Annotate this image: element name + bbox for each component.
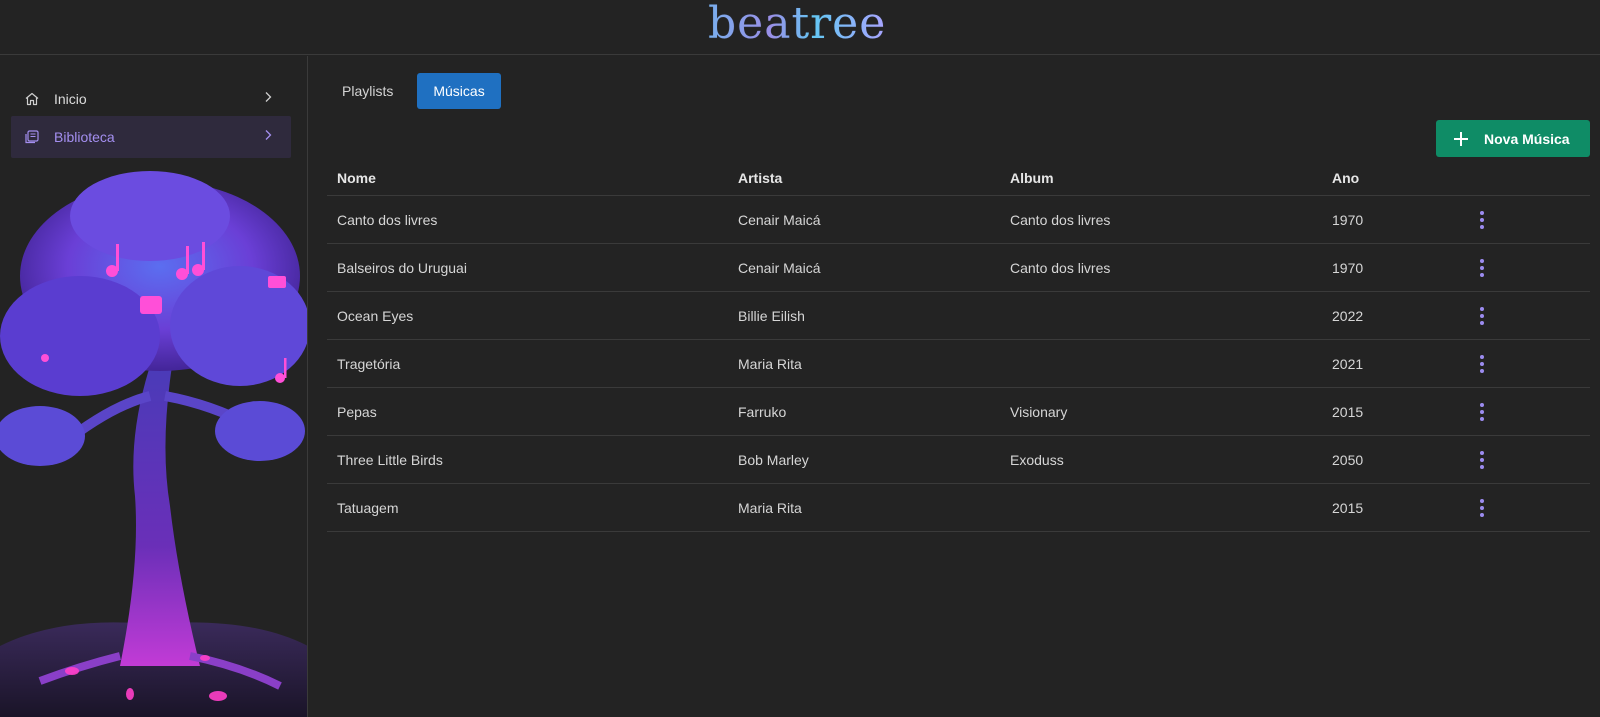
row-menu-button[interactable] bbox=[1472, 484, 1492, 531]
song-year: 1970 bbox=[1332, 211, 1364, 228]
song-name: Tatuagem bbox=[337, 499, 399, 516]
row-menu-button[interactable] bbox=[1472, 436, 1492, 483]
song-album: Canto dos livres bbox=[1010, 259, 1111, 276]
sidebar: Inicio Biblioteca bbox=[0, 56, 308, 717]
table-row[interactable]: Tragetória Maria Rita 2021 bbox=[327, 340, 1590, 388]
column-header-ano[interactable]: Ano bbox=[1332, 160, 1359, 195]
song-name: Three Little Birds bbox=[337, 451, 443, 468]
view-tabs: Playlists Músicas bbox=[326, 73, 501, 109]
song-name: Balseiros do Uruguai bbox=[337, 259, 467, 276]
song-year: 2021 bbox=[1332, 355, 1364, 372]
new-song-label: Nova Música bbox=[1484, 130, 1570, 147]
table-row[interactable]: Three Little Birds Bob Marley Exoduss 2050 bbox=[327, 436, 1590, 484]
song-album: Exoduss bbox=[1010, 451, 1064, 468]
song-album: Canto dos livres bbox=[1010, 211, 1111, 228]
row-menu-button[interactable] bbox=[1472, 340, 1492, 387]
song-year: 1970 bbox=[1332, 259, 1364, 276]
plus-icon bbox=[1452, 130, 1470, 148]
songs-table: Nome Artista Album Ano Canto dos livres C… bbox=[327, 160, 1590, 532]
table-row[interactable]: Ocean Eyes Billie Eilish 2022 bbox=[327, 292, 1590, 340]
table-row[interactable]: Tatuagem Maria Rita 2015 bbox=[327, 484, 1590, 532]
table-row[interactable]: Balseiros do Uruguai Cenair Maicá Canto do… bbox=[327, 244, 1590, 292]
more-vertical-icon bbox=[1480, 402, 1484, 421]
new-song-button[interactable]: Nova Música bbox=[1436, 120, 1590, 157]
tree-illustration bbox=[0, 171, 307, 717]
song-artist: Billie Eilish bbox=[738, 307, 805, 324]
song-year: 2015 bbox=[1332, 403, 1364, 420]
row-menu-button[interactable] bbox=[1472, 388, 1492, 435]
chevron-right-icon bbox=[261, 128, 275, 142]
table-header: Nome Artista Album Ano bbox=[327, 160, 1590, 196]
song-album: Visionary bbox=[1010, 403, 1068, 420]
song-artist: Bob Marley bbox=[738, 451, 809, 468]
song-year: 2022 bbox=[1332, 307, 1364, 324]
song-artist: Farruko bbox=[738, 403, 787, 420]
more-vertical-icon bbox=[1480, 354, 1484, 373]
song-year: 2015 bbox=[1332, 499, 1364, 516]
table-row[interactable]: Pepas Farruko Visionary 2015 bbox=[327, 388, 1590, 436]
row-menu-button[interactable] bbox=[1472, 196, 1492, 243]
more-vertical-icon bbox=[1480, 450, 1484, 469]
song-name: Ocean Eyes bbox=[337, 307, 414, 324]
more-vertical-icon bbox=[1480, 258, 1484, 277]
chevron-right-icon bbox=[261, 90, 275, 104]
table-row[interactable]: Canto dos livres Cenair Maicá Canto dos li… bbox=[327, 196, 1590, 244]
song-artist: Maria Rita bbox=[738, 355, 802, 372]
more-vertical-icon bbox=[1480, 210, 1484, 229]
sidebar-item-inicio[interactable]: Inicio bbox=[11, 78, 291, 120]
song-artist: Cenair Maicá bbox=[738, 211, 821, 228]
more-vertical-icon bbox=[1480, 498, 1484, 517]
sidebar-item-label: Biblioteca bbox=[54, 129, 115, 145]
song-artist: Maria Rita bbox=[738, 499, 802, 516]
sidebar-item-label: Inicio bbox=[54, 91, 87, 107]
row-menu-button[interactable] bbox=[1472, 292, 1492, 339]
column-header-artista[interactable]: Artista bbox=[738, 160, 782, 195]
tab-musicas[interactable]: Músicas bbox=[417, 73, 501, 109]
song-name: Pepas bbox=[337, 403, 377, 420]
more-vertical-icon bbox=[1480, 306, 1484, 325]
home-icon bbox=[24, 91, 40, 107]
row-menu-button[interactable] bbox=[1472, 244, 1492, 291]
top-bar: beatree bbox=[0, 0, 1600, 55]
tab-playlists[interactable]: Playlists bbox=[326, 73, 409, 109]
song-year: 2050 bbox=[1332, 451, 1364, 468]
column-header-nome[interactable]: Nome bbox=[337, 160, 376, 195]
library-icon bbox=[24, 129, 40, 145]
app-logo[interactable]: beatree bbox=[708, 0, 886, 52]
song-artist: Cenair Maicá bbox=[738, 259, 821, 276]
column-header-album[interactable]: Album bbox=[1010, 160, 1054, 195]
song-name: Tragetória bbox=[337, 355, 401, 372]
song-name: Canto dos livres bbox=[337, 211, 438, 228]
